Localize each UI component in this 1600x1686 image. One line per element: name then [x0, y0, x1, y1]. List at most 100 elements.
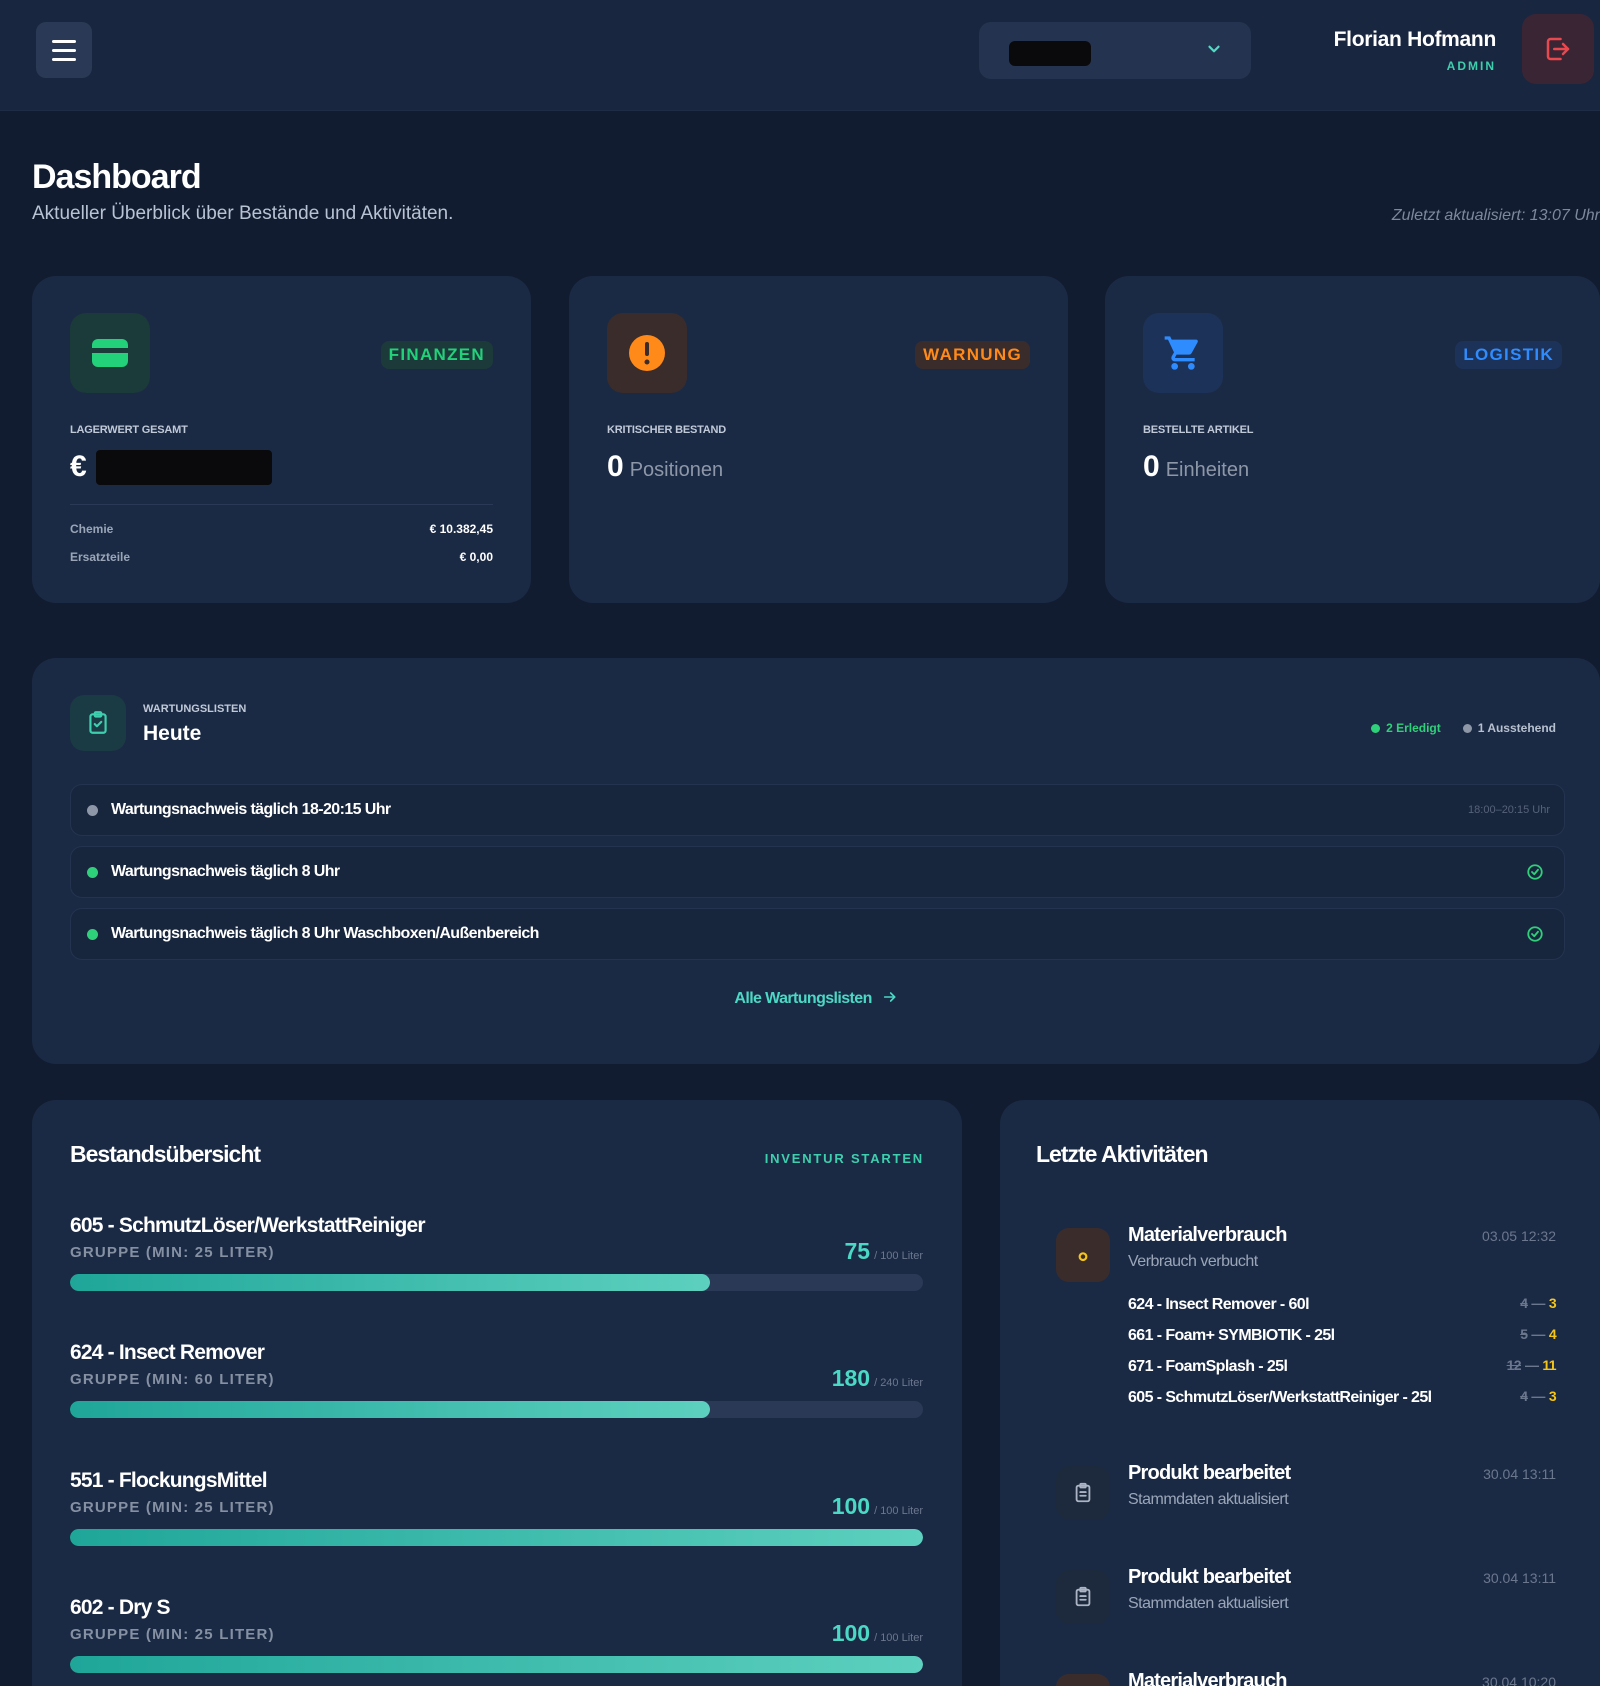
- inventory-item[interactable]: 602 - Dry S GRUPPE (MIN: 25 LITER) 100/ …: [70, 1596, 923, 1686]
- new-value: 11: [1542, 1357, 1556, 1373]
- inventory-item-qty: 75: [844, 1238, 871, 1264]
- stock-progress-fill: [70, 1401, 710, 1418]
- user-name: Florian Hofmann: [1333, 28, 1497, 51]
- activity-line-change: 4—3: [1520, 1388, 1556, 1404]
- warning-label: KRITISCHER BESTAND: [607, 424, 727, 436]
- arrow-icon: —: [1524, 1357, 1539, 1373]
- chevron-down-icon: [1208, 45, 1220, 53]
- inventory-item-qty: 180: [831, 1365, 871, 1391]
- inventory-card: Bestandsübersicht INVENTUR STARTEN 605 -…: [32, 1100, 962, 1686]
- activity-line-name: 624 - Insect Remover - 60l: [1128, 1296, 1310, 1313]
- inventory-item-group: GRUPPE (MIN: 25 LITER): [70, 1499, 275, 1516]
- inventory-title: Bestandsübersicht: [70, 1141, 261, 1167]
- finance-badge: FINANZEN: [380, 341, 493, 369]
- maintenance-task[interactable]: Wartungsnachweis täglich 18-20:15 Uhr 18…: [70, 784, 1565, 836]
- activity-entry[interactable]: Materialverbrauch Verbrauch verbucht 03.…: [1056, 1224, 1557, 1424]
- redacted-total-value: [96, 450, 272, 485]
- all-maintenance-link-text: Alle Wartungslisten: [734, 990, 872, 1007]
- menu-button[interactable]: [36, 22, 92, 78]
- activity-line-change: 5—4: [1520, 1326, 1556, 1342]
- stock-progress-bar: [70, 1529, 923, 1546]
- maintenance-task[interactable]: Wartungsnachweis täglich 8 Uhr: [70, 846, 1565, 898]
- logistics-badge: LOGISTIK: [1455, 341, 1562, 369]
- activity-entry-date: 30.04 13:11: [1483, 1466, 1556, 1482]
- activity-entry-title: Materialverbrauch: [1128, 1670, 1288, 1686]
- start-inventory-button[interactable]: INVENTUR STARTEN: [765, 1151, 924, 1166]
- arrow-right-icon: [883, 992, 896, 1002]
- activity-entry-title: Materialverbrauch: [1128, 1224, 1288, 1246]
- inventory-item-qty-wrap: 180/ 240 Liter: [832, 1365, 923, 1392]
- task-label: Wartungsnachweis täglich 18-20:15 Uhr: [111, 801, 391, 818]
- stock-progress-bar: [70, 1274, 923, 1291]
- arrow-icon: —: [1531, 1388, 1545, 1404]
- finance-row-chemie: Chemie € 10.382,45: [70, 522, 493, 536]
- all-maintenance-link[interactable]: Alle Wartungslisten: [32, 989, 1600, 1008]
- status-pending-badge: 1 Ausstehend: [1462, 721, 1556, 735]
- inventory-item-qty: 100: [831, 1620, 871, 1646]
- clipboard-icon: [1056, 1570, 1110, 1624]
- stock-progress-bar: [70, 1401, 923, 1418]
- task-label: Wartungsnachweis täglich 8 Uhr Waschboxe…: [111, 925, 539, 942]
- inventory-item-group: GRUPPE (MIN: 25 LITER): [70, 1626, 275, 1643]
- activity-card: Letzte Aktivitäten Materialverbrauch Ver…: [1000, 1100, 1600, 1686]
- activity-line: 605 - SchmutzLöser/WerkstattReiniger - 2…: [1128, 1388, 1557, 1420]
- new-value: 3: [1548, 1295, 1557, 1311]
- check-circle-icon: [1527, 926, 1543, 942]
- logout-button[interactable]: [1522, 14, 1594, 84]
- stock-progress-fill: [70, 1274, 710, 1291]
- finance-row-label: Chemie: [70, 522, 114, 536]
- maintenance-card: WARTUNGSLISTEN Heute 2 Erledigt 1 Ausste…: [32, 658, 1600, 1064]
- company-select[interactable]: [979, 22, 1251, 79]
- logistics-card: LOGISTIK BESTELLTE ARTIKEL 0 Einheiten: [1105, 276, 1600, 603]
- activity-entry[interactable]: Materialverbrauch 30.04 10:20: [1056, 1670, 1556, 1686]
- maintenance-status: 2 Erledigt 1 Ausstehend: [1371, 721, 1556, 735]
- inventory-item[interactable]: 605 - SchmutzLöser/WerkstattReiniger GRU…: [70, 1214, 923, 1324]
- user-role: ADMIN: [1446, 59, 1496, 73]
- warning-value-wrap: 0 Positionen: [607, 450, 723, 484]
- new-value: 3: [1548, 1388, 1557, 1404]
- activity-entry[interactable]: Produkt bearbeitet Stammdaten aktualisie…: [1056, 1566, 1556, 1636]
- inventory-item-capacity: / 100 Liter: [874, 1632, 923, 1644]
- finance-card: FINANZEN LAGERWERT GESAMT € Chemie € 10.…: [32, 276, 531, 603]
- inventory-item[interactable]: 551 - FlockungsMittel GRUPPE (MIN: 25 LI…: [70, 1469, 923, 1579]
- activity-entry-subtitle: Stammdaten aktualisiert: [1128, 1491, 1289, 1508]
- inventory-item-capacity: / 100 Liter: [874, 1505, 923, 1517]
- maintenance-kicker: WARTUNGSLISTEN: [143, 703, 247, 715]
- redacted-company-name: [1009, 41, 1091, 66]
- droplet-icon: [1056, 1228, 1110, 1282]
- logout-icon: [1546, 37, 1570, 61]
- activity-entry[interactable]: Produkt bearbeitet Stammdaten aktualisie…: [1056, 1462, 1556, 1532]
- finance-row-label: Ersatzteile: [70, 550, 131, 564]
- inventory-item[interactable]: 624 - Insect Remover GRUPPE (MIN: 60 LIT…: [70, 1341, 923, 1451]
- inventory-item-group: GRUPPE (MIN: 25 LITER): [70, 1244, 275, 1261]
- stock-progress-bar: [70, 1656, 923, 1673]
- status-dot: [87, 929, 98, 940]
- arrow-icon: —: [1531, 1295, 1545, 1311]
- inventory-item-name: 605 - SchmutzLöser/WerkstattReiniger: [70, 1214, 426, 1237]
- logistics-label: BESTELLTE ARTIKEL: [1143, 424, 1254, 436]
- maintenance-task[interactable]: Wartungsnachweis täglich 8 Uhr Waschboxe…: [70, 908, 1565, 960]
- activity-line-change: 12—11: [1507, 1357, 1557, 1373]
- inventory-item-qty: 100: [831, 1493, 871, 1519]
- inventory-item-group: GRUPPE (MIN: 60 LITER): [70, 1371, 275, 1388]
- status-dot: [87, 867, 98, 878]
- page-title: Dashboard: [32, 158, 202, 196]
- activity-entry-title: Produkt bearbeitet: [1128, 1566, 1291, 1588]
- status-dot: [87, 805, 98, 816]
- activity-line-name: 605 - SchmutzLöser/WerkstattReiniger - 2…: [1128, 1389, 1432, 1406]
- last-updated-timestamp: Zuletzt aktualisiert: 13:07 Uhr: [1391, 207, 1600, 224]
- wallet-icon: [70, 313, 150, 393]
- activity-line: 624 - Insect Remover - 60l 4—3: [1128, 1295, 1557, 1327]
- clipboard-icon: [1056, 1466, 1110, 1520]
- droplet-icon: [1056, 1674, 1110, 1686]
- finance-row-value: € 0,00: [459, 550, 493, 564]
- activity-entry-subtitle: Stammdaten aktualisiert: [1128, 1595, 1289, 1612]
- warning-value: 0: [607, 450, 624, 483]
- alert-icon: [607, 313, 687, 393]
- activity-entry-date: 30.04 13:11: [1483, 1570, 1556, 1586]
- inventory-item-name: 602 - Dry S: [70, 1596, 171, 1619]
- activity-line-name: 661 - Foam+ SYMBIOTIK - 25l: [1128, 1327, 1335, 1344]
- activity-entry-lines: 624 - Insect Remover - 60l 4—3 661 - Foa…: [1128, 1295, 1557, 1420]
- inventory-item-qty-wrap: 75/ 100 Liter: [844, 1238, 923, 1265]
- cart-icon: [1143, 313, 1223, 393]
